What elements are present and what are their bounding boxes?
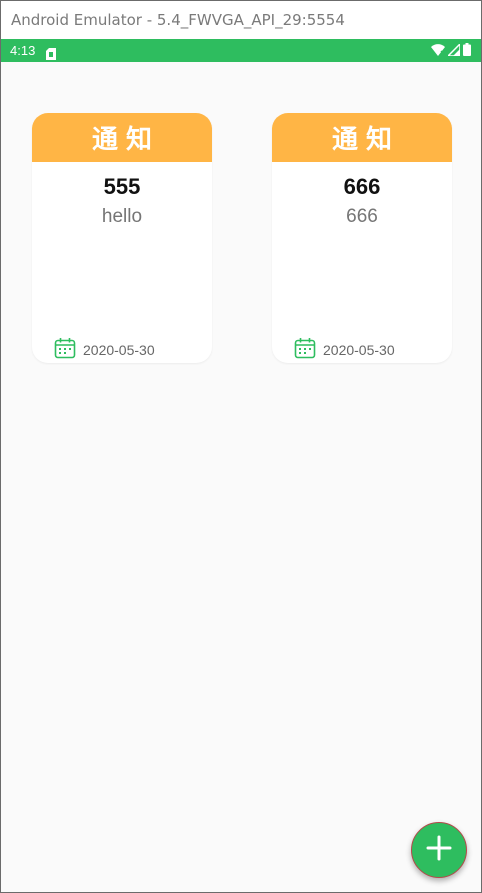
- card-footer: 2020-05-30: [294, 337, 395, 363]
- plus-icon: [426, 835, 452, 865]
- card-title: 666: [343, 174, 381, 199]
- notice-card[interactable]: 通知 555 hello 2020-05-30: [32, 113, 212, 363]
- status-bar: 4:13: [1, 39, 481, 62]
- calendar-icon: [54, 337, 76, 363]
- emulator-window: Android Emulator - 5.4_FWVGA_API_29:5554…: [0, 0, 482, 893]
- card-header-label: 通知: [91, 125, 160, 155]
- battery-icon: [463, 41, 471, 60]
- status-icons: [431, 41, 471, 60]
- card-header-label: 通知: [331, 125, 400, 155]
- window-title: Android Emulator - 5.4_FWVGA_API_29:5554: [11, 11, 345, 29]
- sim-card-icon: [46, 45, 57, 60]
- add-notice-button[interactable]: [411, 822, 467, 878]
- notice-card[interactable]: 通知 666 666 2020-05-30: [272, 113, 452, 363]
- status-time: 4:13: [10, 43, 36, 58]
- notice-list: 通知 555 hello 2020-05-30 通知 666 666 2020-…: [1, 62, 481, 892]
- card-title: 555: [103, 174, 141, 199]
- wifi-icon: [431, 41, 445, 60]
- card-date: 2020-05-30: [83, 342, 155, 358]
- signal-icon: [446, 41, 461, 60]
- card-date: 2020-05-30: [323, 342, 395, 358]
- card-header: 通知: [32, 113, 212, 162]
- calendar-icon: [294, 337, 316, 363]
- card-body: hello: [101, 206, 143, 227]
- card-footer: 2020-05-30: [54, 337, 155, 363]
- card-header: 通知: [272, 113, 452, 162]
- window-titlebar: Android Emulator - 5.4_FWVGA_API_29:5554: [1, 1, 481, 39]
- card-body: 666: [346, 206, 378, 227]
